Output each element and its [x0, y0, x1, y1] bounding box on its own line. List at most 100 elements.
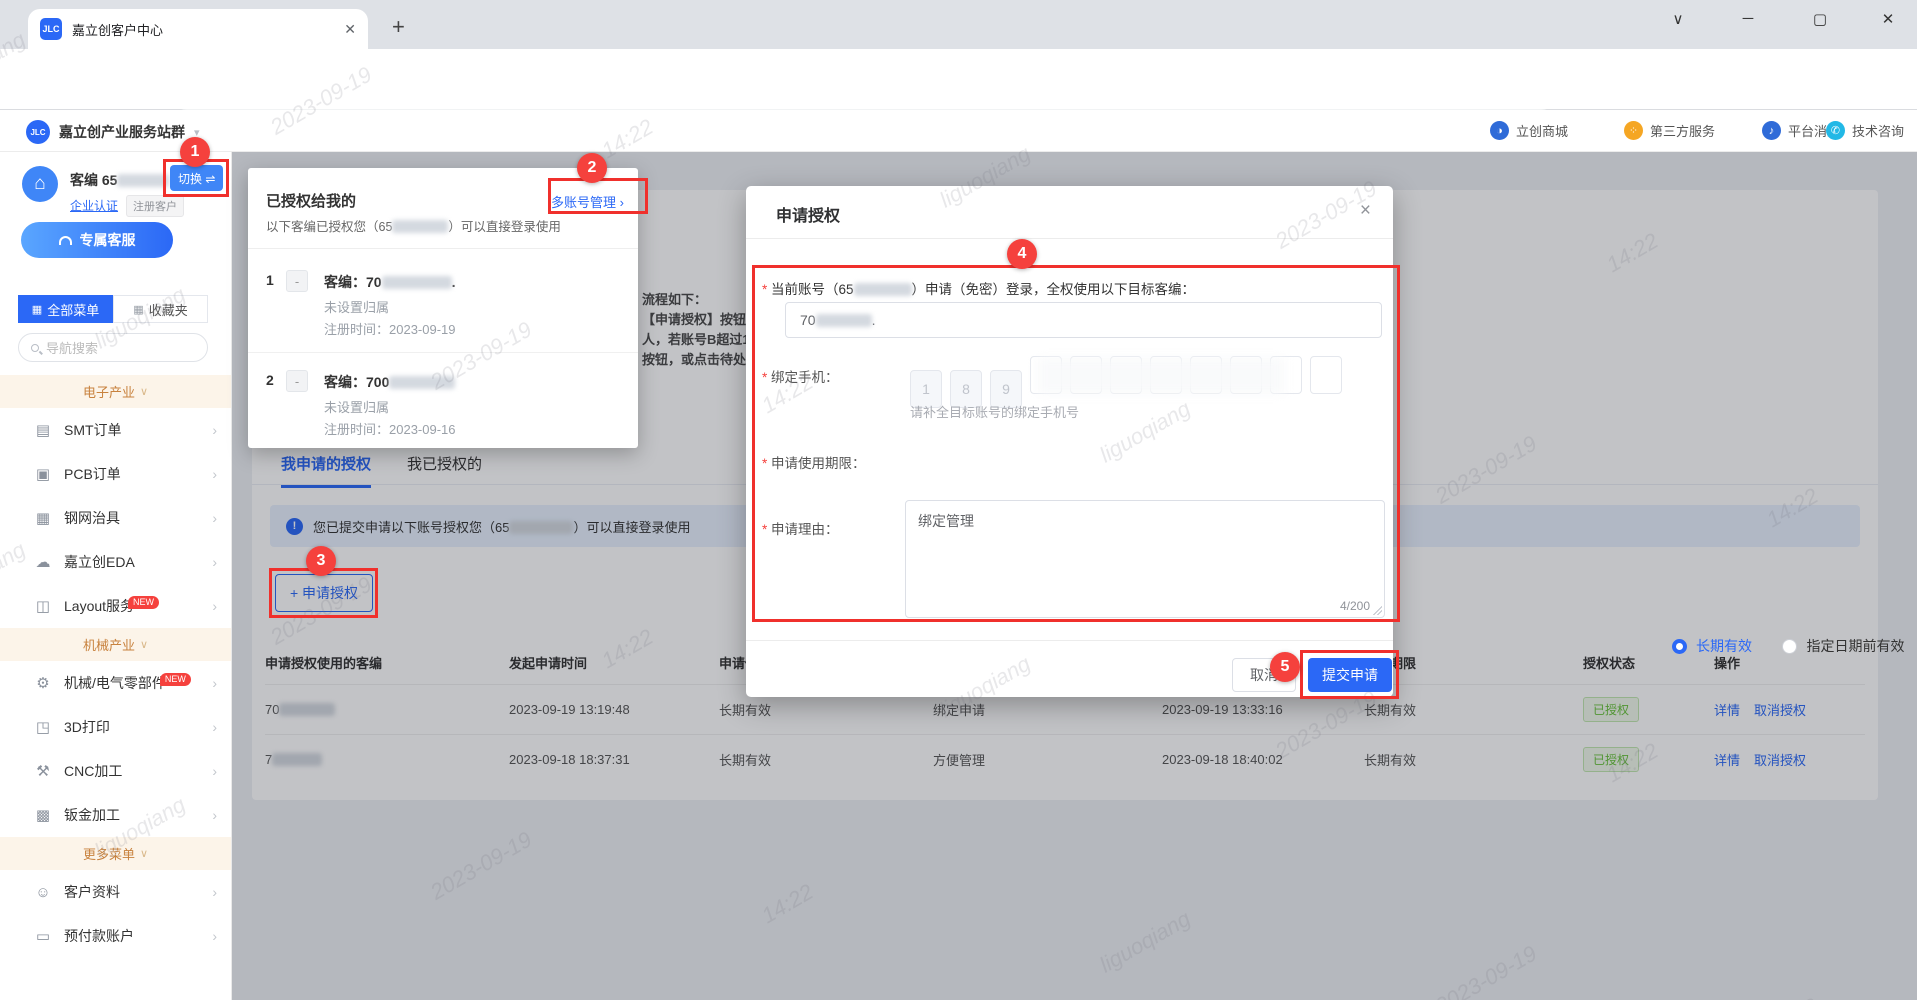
annotation-step-1: 1: [180, 137, 210, 167]
sidebar-item-3d-print[interactable]: ◳3D打印›: [0, 705, 231, 749]
chevron-down-icon: ∨: [140, 385, 148, 398]
header-nav-support[interactable]: ✆ 技术咨询: [1826, 121, 1904, 140]
popup-title: 已授权给我的: [266, 190, 356, 211]
dedicated-service-button[interactable]: 专属客服: [21, 222, 173, 258]
smt-order-icon: ▤: [34, 421, 52, 439]
chevron-right-icon: ›: [212, 598, 217, 614]
chevron-right-icon: ›: [212, 510, 217, 526]
search-placeholder: 导航搜索: [46, 338, 98, 357]
authorized-account-item[interactable]: 2 - 客编：700 未设置归属 注册时间：2023-09-16: [266, 370, 620, 450]
chevron-down-icon: ∨: [140, 847, 148, 860]
cnc-icon: ⚒: [34, 762, 52, 780]
home-avatar-icon[interactable]: ⌂: [22, 166, 58, 202]
brand-logo-icon: JLC: [26, 120, 50, 144]
search-icon: [31, 344, 39, 352]
chevron-right-icon: ›: [212, 807, 217, 823]
tab-title: 嘉立创客户中心: [72, 20, 334, 39]
annotation-box-submit: [1300, 650, 1399, 699]
window-maximize-button[interactable]: ▢: [1800, 10, 1840, 28]
radio-until-date[interactable]: 指定日期前有效: [1806, 638, 1904, 654]
chevron-right-icon: ›: [212, 884, 217, 900]
layout-icon: ◫: [34, 597, 52, 615]
radio-checked-icon[interactable]: [1672, 639, 1687, 654]
bell-icon: ♪: [1762, 121, 1781, 140]
headset-icon: [59, 236, 72, 245]
nav-label: 第三方服务: [1650, 121, 1715, 140]
radio-long-term[interactable]: 长期有效: [1696, 638, 1752, 654]
checkbox-placeholder[interactable]: -: [286, 270, 308, 292]
radio-unchecked-icon[interactable]: [1782, 639, 1797, 654]
thirdparty-icon: ⁘: [1624, 121, 1643, 140]
chevron-right-icon: ›: [212, 675, 217, 691]
window-chevron-icon[interactable]: ∨: [1658, 10, 1698, 28]
term-radio-group: 长期有效 指定日期前有效: [1672, 636, 1917, 656]
grid-icon: ▦: [32, 303, 42, 316]
stencil-icon: ▦: [34, 509, 52, 527]
new-badge: NEW: [160, 673, 191, 686]
customer-number: 客编 65.: [70, 170, 173, 190]
nav-search-input[interactable]: 导航搜索: [18, 333, 208, 362]
sidebar-item-prepaid-account[interactable]: ▭预付款账户›: [0, 914, 231, 958]
sidebar-item-eda[interactable]: ☁嘉立创EDA›: [0, 540, 231, 584]
nav-label: 立创商城: [1516, 121, 1568, 140]
menu-group-electronics[interactable]: 电子产业∨: [0, 375, 231, 408]
annotation-step-2: 2: [577, 153, 607, 183]
sidebar-menu: 电子产业∨ ▤SMT订单› ▣PCB订单› ▦钢网治具› ☁嘉立创EDA› ◫L…: [0, 375, 231, 958]
sidebar-item-cnc[interactable]: ⚒CNC加工›: [0, 749, 231, 793]
tab-favorites[interactable]: ▦收藏夹: [113, 295, 208, 323]
header-nav-mall[interactable]: ◑ 立创商城: [1490, 121, 1568, 140]
window-minimize-button[interactable]: ─: [1728, 10, 1768, 27]
favicon-jlc-icon: JLC: [40, 18, 62, 40]
new-tab-button[interactable]: +: [392, 14, 405, 40]
sheet-metal-icon: ▩: [34, 806, 52, 824]
person-icon: ☺: [34, 884, 52, 901]
chevron-right-icon: ›: [212, 719, 217, 735]
browser-tab[interactable]: JLC 嘉立创客户中心 ✕: [28, 9, 368, 49]
checkbox-placeholder[interactable]: -: [286, 370, 308, 392]
nav-label: 技术咨询: [1852, 121, 1904, 140]
chevron-down-icon: ∨: [140, 638, 148, 651]
chevron-right-icon: ›: [212, 466, 217, 482]
authorized-account-item[interactable]: 1 - 客编：70. 未设置归属 注册时间：2023-09-19: [266, 270, 620, 350]
brand[interactable]: JLC 嘉立创产业服务站群 ▾: [26, 120, 200, 144]
annotation-step-4: 4: [1007, 239, 1037, 269]
grid-icon: ▦: [133, 303, 143, 316]
sidebar-item-customer-info[interactable]: ☺客户资料›: [0, 870, 231, 914]
browser-tab-bar: JLC 嘉立创客户中心 ✕ + ∨ ─ ▢ ✕: [0, 0, 1917, 49]
annotation-box-manage-link: [548, 178, 648, 214]
sidebar-item-stencil[interactable]: ▦钢网治具›: [0, 496, 231, 540]
sidebar-item-pcb-orders[interactable]: ▣PCB订单›: [0, 452, 231, 496]
tab-all-menus[interactable]: ▦全部菜单: [18, 295, 113, 323]
mall-icon: ◑: [1490, 121, 1509, 140]
chevron-right-icon: ›: [212, 422, 217, 438]
new-badge: NEW: [128, 596, 159, 609]
sidebar-item-mech-parts[interactable]: ⚙机械/电气零部件NEW›: [0, 661, 231, 705]
annotation-step-3: 3: [306, 546, 336, 576]
menu-group-mechanical[interactable]: 机械产业∨: [0, 628, 231, 661]
headset-icon: ✆: [1826, 121, 1845, 140]
wrench-icon: ⚙: [34, 674, 52, 692]
window-close-button[interactable]: ✕: [1868, 10, 1908, 28]
wallet-icon: ▭: [34, 927, 52, 945]
sidebar-item-sheet-metal[interactable]: ▩钣金加工›: [0, 793, 231, 837]
header-nav-thirdparty[interactable]: ⁘ 第三方服务: [1624, 121, 1715, 140]
chevron-right-icon: ›: [212, 554, 217, 570]
annotation-box-form: [752, 265, 1400, 622]
menu-group-more[interactable]: 更多菜单∨: [0, 837, 231, 870]
chevron-right-icon: ›: [212, 928, 217, 944]
close-icon[interactable]: ×: [1360, 200, 1371, 222]
sidebar-item-layout-service[interactable]: ◫Layout服务NEW›: [0, 584, 231, 628]
browser-url-bar: ← → ⟳ jlc.com/integrated/accountManage?a…: [0, 49, 1917, 110]
3d-print-icon: ◳: [34, 718, 52, 736]
annotation-step-5: 5: [1270, 652, 1300, 682]
pcb-order-icon: ▣: [34, 465, 52, 483]
modal-title: 申请授权: [776, 202, 840, 226]
brand-name: 嘉立创产业服务站群: [59, 122, 185, 142]
sidebar-item-smt-orders[interactable]: ▤SMT订单›: [0, 408, 231, 452]
tab-close-icon[interactable]: ✕: [344, 21, 356, 38]
service-label: 专属客服: [80, 230, 136, 250]
registered-customer-tag: 注册客户: [126, 195, 184, 217]
enterprise-cert-link[interactable]: 企业认证: [70, 197, 118, 214]
eda-cloud-icon: ☁: [34, 553, 52, 571]
chevron-right-icon: ›: [212, 763, 217, 779]
